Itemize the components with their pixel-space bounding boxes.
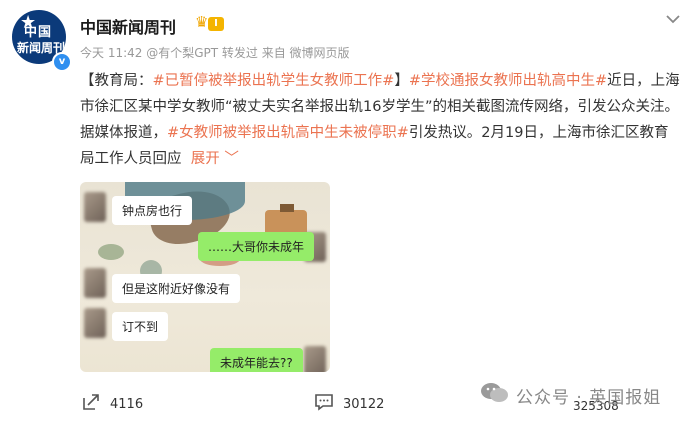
expand-chevron-icon: ﹀ [224,151,239,167]
hashtag-link[interactable]: #已暂停被举报出轨学生女教师工作# [153,73,395,89]
decoration-shape [98,244,124,260]
source-prefix: 【教育局： [80,73,153,89]
account-name[interactable]: 中国新闻周刊 [80,14,176,38]
chevron-down-icon[interactable] [665,10,681,29]
chat-avatar [304,346,326,372]
wechat-icon [480,381,510,405]
chat-bubble-right: 未成年能去?? [210,348,303,372]
chat-bubble-right: ……大哥你未成年 [198,232,315,261]
bracket-close: 】 [394,73,409,89]
post-text: 【教育局：#已暂停被举报出轨学生女教师工作#】#学校通报女教师出轨高中生#近日，… [80,68,680,172]
level-badge: I [208,17,224,31]
avatar-text-line1: 中国 [24,25,53,40]
expand-link[interactable]: 展开 ﹀ [191,151,239,167]
chat-avatar [84,268,106,298]
post-image[interactable]: 钟点房也行 ……大哥你未成年 但是这附近好像没有 订不到 未成年能去?? [80,182,330,372]
crown-icon: ♛ [195,13,209,31]
chat-bubble-left: 钟点房也行 [112,196,193,225]
decoration-gift-box [280,204,294,212]
repost-count[interactable]: 4116 [110,397,143,412]
chat-bubble-left: 订不到 [112,312,169,341]
hashtag-link[interactable]: #女教师被举报出轨高中生未被停职# [167,125,409,141]
repost-icon[interactable] [81,392,101,417]
post-meta: 今天 11:42 @有个梨GPT 转发过 来自 微博网页版 [80,46,350,60]
verified-badge-icon: v [52,52,72,72]
comment-count[interactable]: 30122 [343,397,384,412]
chat-avatar [84,192,106,222]
hashtag-link[interactable]: #学校通报女教师出轨高中生# [409,73,607,89]
watermark-text: 公众号 · 英国报姐 [516,388,662,408]
chat-bubble-left: 但是这附近好像没有 [112,274,241,303]
chat-avatar [84,308,106,338]
comment-icon[interactable] [314,392,334,417]
